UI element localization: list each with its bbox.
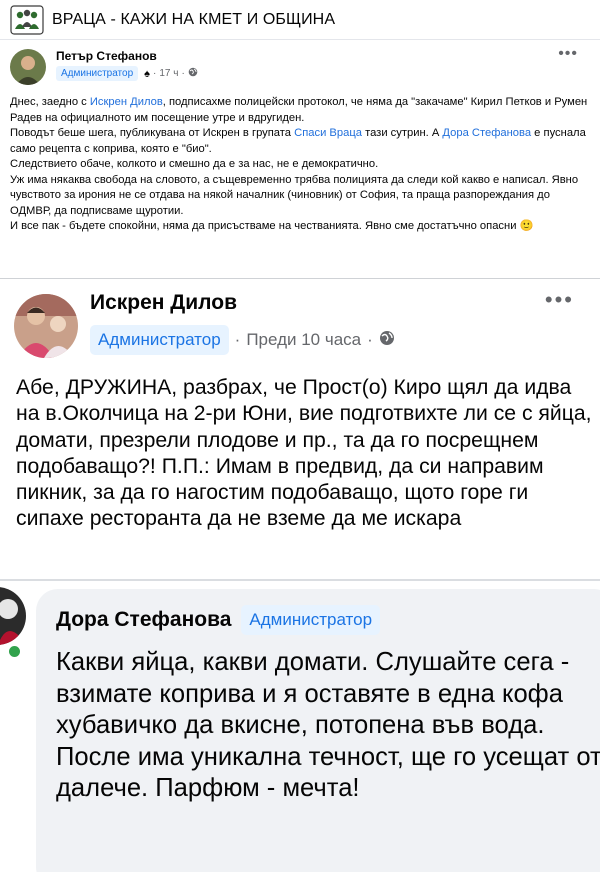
post-text-segment: тази сутрин. А bbox=[361, 127, 443, 139]
author-name[interactable]: Искрен Дилов bbox=[90, 291, 237, 315]
post-header: Искрен Дилов Администратор · Преди 10 ча… bbox=[0, 279, 600, 365]
post-header: Петър Стефанов Администратор ♠ · 17 ч · … bbox=[10, 41, 590, 87]
post-text-segment: Уж има някаква свобода на словото, а същ… bbox=[10, 173, 579, 217]
mention-link[interactable]: Дора Стефанова bbox=[442, 127, 531, 139]
post-body: Абе, ДРУЖИНА, разбрах, че Прост(о) Киро … bbox=[16, 376, 592, 531]
post-paragraph: Днес, заедно с Искрен Дилов, подписахме … bbox=[10, 95, 590, 126]
admin-badge[interactable]: Администратор bbox=[56, 66, 139, 81]
spade-icon: ♠ bbox=[144, 67, 150, 80]
admin-badge[interactable]: Администратор bbox=[241, 605, 381, 635]
post-time[interactable]: Преди 10 часа bbox=[246, 330, 361, 350]
post-paragraph: Уж има някаква свобода на словото, а същ… bbox=[10, 173, 590, 220]
post-body: Днес, заедно с Искрен Дилов, подписахме … bbox=[10, 95, 590, 235]
author-name[interactable]: Дора Стефанова bbox=[56, 608, 231, 632]
comment-dora: Дора Стефанова Администратор Какви яйца,… bbox=[0, 579, 600, 872]
comment-bubble: Дора Стефанова Администратор Какви яйца,… bbox=[36, 589, 600, 872]
post-text-segment: Следствието обаче, колкото и смешно да е… bbox=[10, 158, 379, 170]
post-paragraph: И все пак - бъдете спокойни, няма да при… bbox=[10, 219, 590, 235]
group-people-icon[interactable] bbox=[10, 4, 44, 36]
avatar[interactable] bbox=[14, 294, 78, 358]
separator: · bbox=[234, 330, 241, 349]
mention-link[interactable]: Спаси Враца bbox=[294, 127, 362, 139]
post-petar: Петър Стефанов Администратор ♠ · 17 ч · … bbox=[0, 41, 600, 277]
post-iskren: Искрен Дилов Администратор · Преди 10 ча… bbox=[0, 278, 600, 578]
more-options-icon[interactable]: ••• bbox=[545, 287, 574, 313]
avatar[interactable] bbox=[0, 587, 26, 645]
mention-link[interactable]: Искрен Дилов bbox=[90, 96, 163, 108]
group-title[interactable]: ВРАЦА - КАЖИ НА КМЕТ И ОБЩИНА bbox=[52, 11, 335, 29]
separator: · bbox=[153, 68, 157, 79]
comment-text: Какви яйца, какви домати. Слушайте сега … bbox=[56, 648, 600, 802]
admin-badge[interactable]: Администратор bbox=[90, 325, 229, 355]
post-paragraph: Поводът беше шега, публикувана от Искрен… bbox=[10, 126, 590, 157]
post-text-segment: Днес, заедно с bbox=[10, 96, 90, 108]
group-header: ВРАЦА - КАЖИ НА КМЕТ И ОБЩИНА bbox=[0, 0, 600, 40]
online-status-indicator bbox=[6, 643, 23, 660]
globe-icon bbox=[188, 67, 198, 80]
post-text-segment: Поводът беше шега, публикувана от Искрен… bbox=[10, 127, 295, 139]
separator: · bbox=[367, 330, 373, 349]
author-name[interactable]: Петър Стефанов bbox=[56, 49, 198, 63]
post-time[interactable]: 17 ч bbox=[159, 68, 178, 79]
avatar[interactable] bbox=[10, 49, 46, 85]
separator: · bbox=[181, 68, 185, 79]
globe-icon bbox=[379, 330, 395, 351]
more-options-icon[interactable]: ••• bbox=[558, 45, 578, 63]
smile-emoji-icon: 🙂 bbox=[519, 220, 534, 232]
post-paragraph: Следствието обаче, колкото и смешно да е… bbox=[10, 157, 590, 173]
post-text-segment: И все пак - бъдете спокойни, няма да при… bbox=[10, 220, 520, 232]
